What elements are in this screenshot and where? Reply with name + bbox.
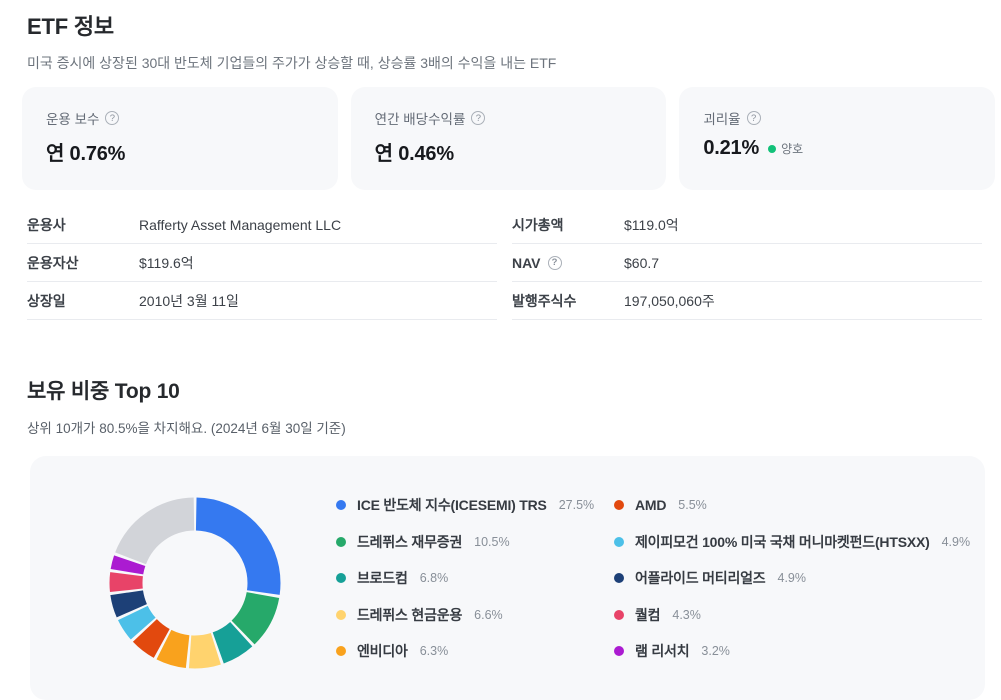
stat-label-text: 운용 보수: [46, 112, 100, 127]
row-label-text: 운용사: [27, 216, 66, 233]
page-subtitle: 미국 증시에 상장된 30대 반도체 기업들의 주가가 상승할 때, 상승률 3…: [27, 55, 557, 71]
legend-label: 램 리서치: [635, 643, 690, 659]
row-label-text: NAV: [512, 254, 541, 271]
row-label: 운용자산: [27, 253, 139, 273]
help-icon[interactable]: [471, 111, 486, 125]
row-value: Rafferty Asset Management LLC: [139, 216, 342, 233]
table-row: 발행주식수 197,050,060주: [512, 282, 982, 320]
status-badge-label: 양호: [781, 142, 804, 156]
row-label-text: 시가총액: [512, 216, 564, 233]
holdings-chart-card: ICE 반도체 지수(ICESEMI) TRS 27.5% 드레퓌스 재무증권 10.…: [30, 456, 985, 700]
legend-percent: 6.6%: [474, 607, 503, 622]
legend-item: AMD 5.5%: [614, 494, 970, 516]
legend-dot-icon: [336, 573, 346, 583]
legend-item: 어플라이드 머티리얼즈 4.9%: [614, 567, 970, 589]
table-row: NAV $60.7: [512, 244, 982, 282]
stat-label: 연간 배당수익률: [375, 108, 643, 128]
stat-value: 0.21%: [703, 137, 760, 159]
table-row: 상장일 2010년 3월 11일: [27, 282, 497, 320]
table-row: 운용사 Rafferty Asset Management LLC: [27, 206, 497, 244]
legend-percent: 6.8%: [419, 571, 449, 585]
legend-percent: 6.3%: [419, 644, 449, 658]
legend-label: 브로드컴: [357, 570, 408, 586]
status-dot-icon: [768, 144, 777, 153]
legend-item: ICE 반도체 지수(ICESEMI) TRS 27.5%: [336, 494, 614, 516]
legend-label: ICE 반도체 지수(ICESEMI) TRS: [357, 497, 547, 513]
holdings-title: 보유 비중 Top 10: [27, 380, 180, 403]
table-row: 운용자산 $119.6억: [27, 244, 497, 282]
status-badge: 양호: [768, 140, 803, 157]
legend-dot-icon: [336, 609, 346, 620]
legend-label: AMD: [635, 497, 667, 513]
legend-item: 퀄컴 4.3%: [614, 604, 970, 626]
etf-header: ETF 정보 미국 증시에 상장된 30대 반도체 기업들의 주가가 상승할 때…: [27, 9, 1001, 73]
row-value: 197,050,060주: [624, 292, 715, 309]
legend-label: 드레퓌스 재무증권: [357, 533, 463, 550]
legend-label: 드레퓌스 현금운용: [357, 606, 463, 623]
legend-item: 드레퓌스 재무증권 10.5%: [336, 531, 614, 553]
row-label-text: 발행주식수: [512, 292, 577, 309]
legend-column-right: AMD 5.5% 제이피모건 100% 미국 국채 머니마켓펀드(HTSXX) 4.9…: [614, 494, 970, 662]
stat-value: 연 0.46%: [374, 143, 454, 165]
chart-legend: ICE 반도체 지수(ICESEMI) TRS 27.5% 드레퓌스 재무증권 10.…: [336, 494, 970, 662]
legend-percent: 10.5%: [474, 534, 510, 549]
row-value: $60.7: [624, 254, 660, 271]
stat-label: 괴리율: [703, 108, 971, 128]
legend-label: 엔비디아: [357, 643, 408, 659]
info-table-right: 시가총액 $119.0억 NAV $60.7 발행주식수 197,050,060주: [512, 206, 982, 320]
holdings-subtitle: 상위 10개가 80.5%을 차지해요. (2024년 6월 30일 기준): [27, 421, 346, 436]
help-icon[interactable]: [547, 255, 562, 270]
row-label: 시가총액: [512, 215, 624, 235]
row-label: 운용사: [27, 215, 139, 235]
legend-label: 퀄컴: [635, 606, 661, 623]
legend-item: 램 리서치 3.2%: [614, 640, 970, 662]
info-table-left: 운용사 Rafferty Asset Management LLC 운용자산 $119…: [27, 206, 497, 320]
row-value: $119.6억: [139, 254, 194, 271]
legend-column-left: ICE 반도체 지수(ICESEMI) TRS 27.5% 드레퓌스 재무증권 10.…: [336, 494, 614, 662]
stat-card-management-fee: 운용 보수 연 0.76%: [22, 87, 338, 190]
legend-item: 드레퓌스 현금운용 6.6%: [336, 604, 614, 626]
legend-dot-icon: [614, 573, 624, 583]
legend-percent: 4.9%: [941, 534, 971, 549]
legend-item: 제이피모건 100% 미국 국채 머니마켓펀드(HTSXX) 4.9%: [614, 531, 970, 553]
stat-cards-row: 운용 보수 연 0.76% 연간 배당수익률 연 0.46% 괴리율 0.21%: [22, 87, 996, 190]
legend-item: 엔비디아 6.3%: [336, 640, 614, 662]
legend-dot-icon: [336, 536, 346, 547]
row-label-text: 운용자산: [27, 254, 79, 271]
legend-dot-icon: [614, 536, 624, 547]
row-label-text: 상장일: [27, 292, 66, 309]
legend-percent: 3.2%: [701, 644, 730, 658]
stat-value: 연 0.76%: [46, 143, 126, 165]
legend-percent: 27.5%: [558, 498, 595, 512]
row-label: NAV: [512, 255, 624, 271]
stat-label-text: 연간 배당수익률: [374, 112, 466, 127]
legend-percent: 4.9%: [777, 571, 807, 585]
row-label: 상장일: [27, 291, 139, 311]
legend-dot-icon: [336, 500, 346, 510]
legend-percent: 4.3%: [672, 607, 701, 622]
help-icon[interactable]: [746, 111, 761, 125]
etf-info-tables: 운용사 Rafferty Asset Management LLC 운용자산 $119…: [27, 206, 982, 320]
legend-label: 어플라이드 머티리얼즈: [635, 570, 766, 586]
donut-chart: [100, 488, 290, 678]
row-value: $119.0억: [624, 216, 679, 233]
row-value: 2010년 3월 11일: [139, 292, 239, 309]
legend-label: 제이피모건 100% 미국 국채 머니마켓펀드(HTSXX): [635, 533, 930, 550]
stat-label-text: 괴리율: [703, 112, 741, 127]
legend-percent: 5.5%: [678, 498, 707, 512]
table-row: 시가총액 $119.0억: [512, 206, 982, 244]
legend-dot-icon: [614, 500, 624, 510]
legend-dot-icon: [614, 646, 624, 656]
legend-item: 브로드컴 6.8%: [336, 567, 614, 589]
stat-card-tracking-gap: 괴리율 0.21% 양호: [679, 87, 996, 190]
help-icon[interactable]: [105, 111, 120, 125]
etf-info-page: ETF 정보 미국 증시에 상장된 30대 반도체 기업들의 주가가 상승할 때…: [0, 0, 1001, 700]
stat-card-dividend-yield: 연간 배당수익률 연 0.46%: [350, 87, 667, 190]
legend-dot-icon: [336, 646, 346, 656]
page-title: ETF 정보: [27, 14, 114, 39]
legend-dot-icon: [614, 609, 624, 620]
row-label: 발행주식수: [512, 291, 624, 311]
stat-label: 운용 보수: [46, 108, 314, 128]
holdings-header: 보유 비중 Top 10 상위 10개가 80.5%을 차지해요. (2024년…: [27, 375, 1001, 437]
